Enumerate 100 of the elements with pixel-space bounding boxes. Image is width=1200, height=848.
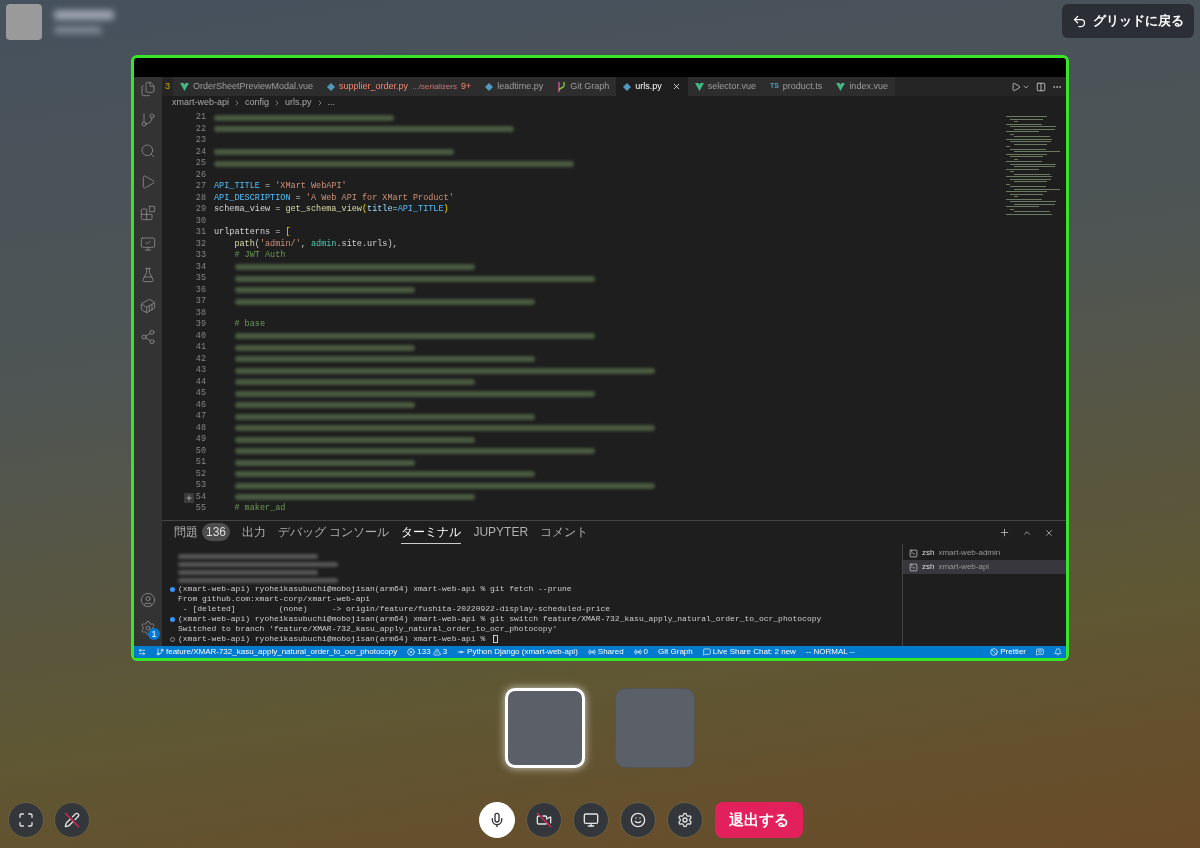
- leave-button[interactable]: 退出する: [715, 802, 803, 838]
- microphone-icon: [489, 812, 505, 828]
- editor-tab[interactable]: Git Graph: [550, 77, 617, 96]
- share-icon[interactable]: [140, 329, 156, 345]
- editor-tab[interactable]: index.vue: [829, 77, 895, 96]
- chat-status[interactable]: Live Share Chat: 2 new: [712, 646, 796, 658]
- run-icon[interactable]: [1011, 81, 1021, 92]
- panel-tab[interactable]: 問題 136: [174, 521, 231, 544]
- add-comment-plus-icon[interactable]: [184, 492, 194, 503]
- line-number: 50: [195, 445, 206, 456]
- terminal-line: From github.com:xmart-corp/xmart-web-api: [178, 594, 371, 604]
- close-panel-icon[interactable]: [1044, 527, 1054, 538]
- editor-tab[interactable]: leadtime.py: [478, 77, 551, 96]
- close-tab-icon[interactable]: [671, 82, 681, 91]
- line-number: 34: [195, 261, 206, 272]
- vue-file-icon: [836, 82, 846, 91]
- fullscreen-button[interactable]: [8, 802, 44, 838]
- line-number: 27: [195, 181, 206, 191]
- panel-tab[interactable]: JUPYTER: [473, 521, 529, 544]
- editor-tab[interactable]: urls.py: [616, 77, 688, 96]
- extensions-icon[interactable]: [140, 205, 156, 221]
- blurred-name: [54, 10, 114, 20]
- line-number: 39: [195, 319, 206, 329]
- ports-status[interactable]: 0: [643, 646, 649, 658]
- warning-count[interactable]: 3: [442, 646, 448, 658]
- code-line: schema_view = get_schema_view(title=API_TITLE): [214, 204, 449, 216]
- files-icon[interactable]: [140, 81, 156, 97]
- mode-status: -- NORMAL --: [805, 646, 855, 658]
- error-count[interactable]: 133: [417, 646, 431, 658]
- line-number: 41: [195, 342, 206, 352]
- line-number: 51: [195, 457, 206, 467]
- terminal-line: (xmart-web-api) ryoheikasubuchi@mobojisan(arm64) xmart-web-api %: [178, 634, 487, 644]
- reaction-button[interactable]: [620, 802, 656, 838]
- python-file-icon: [623, 82, 632, 91]
- panel-tab[interactable]: デバッグ コンソール: [278, 521, 390, 544]
- screen-share-button[interactable]: [573, 802, 609, 838]
- bell-icon[interactable]: [1054, 648, 1062, 656]
- search-icon[interactable]: [140, 143, 156, 159]
- branch-icon: [156, 648, 164, 656]
- panel-tab[interactable]: ターミナル: [401, 521, 462, 544]
- git-graph-status[interactable]: Git Graph: [658, 646, 693, 658]
- settings-icon[interactable]: [140, 620, 156, 636]
- camera-button[interactable]: [526, 802, 562, 838]
- account-icon[interactable]: [140, 592, 156, 608]
- editor-tab[interactable]: supplier_order.py .../serializers 9+: [320, 77, 479, 96]
- terminal-icon: [909, 562, 918, 572]
- breadcrumb-item[interactable]: ...: [327, 96, 336, 110]
- interpreter-status[interactable]: Python Django (xmart-web-api): [467, 646, 578, 658]
- remote-monitor-icon[interactable]: [140, 236, 156, 252]
- smiley-icon: [630, 812, 646, 828]
- line-number: 26: [195, 169, 206, 180]
- tab-overflow-count[interactable]: 3: [162, 79, 173, 94]
- vue-file-icon: [180, 82, 189, 91]
- line-number: 30: [195, 215, 206, 226]
- settings-button[interactable]: [667, 802, 703, 838]
- settings-icon: [677, 812, 693, 828]
- editor-tab[interactable]: OrderSheetPreviewModal.vue: [173, 77, 321, 96]
- panel-tab[interactable]: コメント: [540, 521, 589, 544]
- split-editor-icon[interactable]: [1036, 81, 1046, 92]
- code-line: # JWT Auth: [233, 250, 286, 262]
- line-number: 49: [195, 434, 206, 444]
- line-number: 45: [195, 388, 206, 398]
- terminal-list-item[interactable]: zsh xmart-web-api: [903, 560, 1066, 574]
- breadcrumb-item[interactable]: config: [245, 96, 270, 110]
- breadcrumb-item[interactable]: urls.py: [285, 96, 312, 110]
- code-line: API_DESCRIPTION = 'A Web API for XMart Product': [214, 192, 454, 204]
- line-number: 36: [195, 284, 206, 295]
- line-number: 29: [195, 204, 206, 214]
- drawing-toggle-button[interactable]: [54, 802, 90, 838]
- terminal-list-item[interactable]: zsh xmart-web-admin: [903, 546, 1066, 560]
- run-icon[interactable]: [140, 174, 156, 190]
- branch-status[interactable]: feature/XMAR-732_kasu_apply_natural_order_to_ocr_photocopy: [166, 646, 398, 658]
- code-line: # maker_ad: [233, 503, 286, 515]
- flask-icon[interactable]: [140, 267, 156, 283]
- editor-tab[interactable]: selector.vue: [687, 77, 763, 96]
- container-icon[interactable]: [140, 298, 156, 314]
- terminal-icon: [909, 548, 918, 558]
- back-to-grid-button[interactable]: グリッドに戻る: [1062, 4, 1194, 38]
- terminal-line: (xmart-web-api) ryoheikasubuchi@mobojisan(arm64) xmart-web-api % git switch feature/XMAR-732_kasu_apply_natural_order_to_ocr_photocopy: [178, 614, 822, 624]
- formatter-status[interactable]: Prettier: [1000, 646, 1026, 658]
- line-number: 35: [195, 273, 206, 283]
- error-icon: [407, 648, 416, 656]
- breadcrumb-item[interactable]: xmart-web-api: [172, 96, 229, 110]
- remote-icon[interactable]: [138, 648, 146, 656]
- line-number: 46: [195, 399, 206, 410]
- panel-tab[interactable]: 出力: [242, 521, 267, 544]
- branch-icon[interactable]: [140, 112, 156, 128]
- line-number: 24: [195, 146, 206, 157]
- line-number: 43: [195, 365, 206, 375]
- line-number: 48: [195, 422, 206, 433]
- share-status[interactable]: Shared: [597, 646, 624, 658]
- line-number: 23: [195, 135, 206, 145]
- camera-off-icon: [536, 812, 552, 828]
- line-number: 54: [195, 491, 206, 502]
- microphone-button[interactable]: [479, 802, 515, 838]
- line-number: 42: [195, 353, 206, 364]
- warning-icon: [432, 648, 441, 656]
- terminal-line: - [deleted] (none) -> origin/feature/fushita-20220922-display-scheduled-price: [181, 604, 611, 614]
- new-terminal-icon[interactable]: [999, 527, 1010, 538]
- line-number: 53: [195, 480, 206, 490]
